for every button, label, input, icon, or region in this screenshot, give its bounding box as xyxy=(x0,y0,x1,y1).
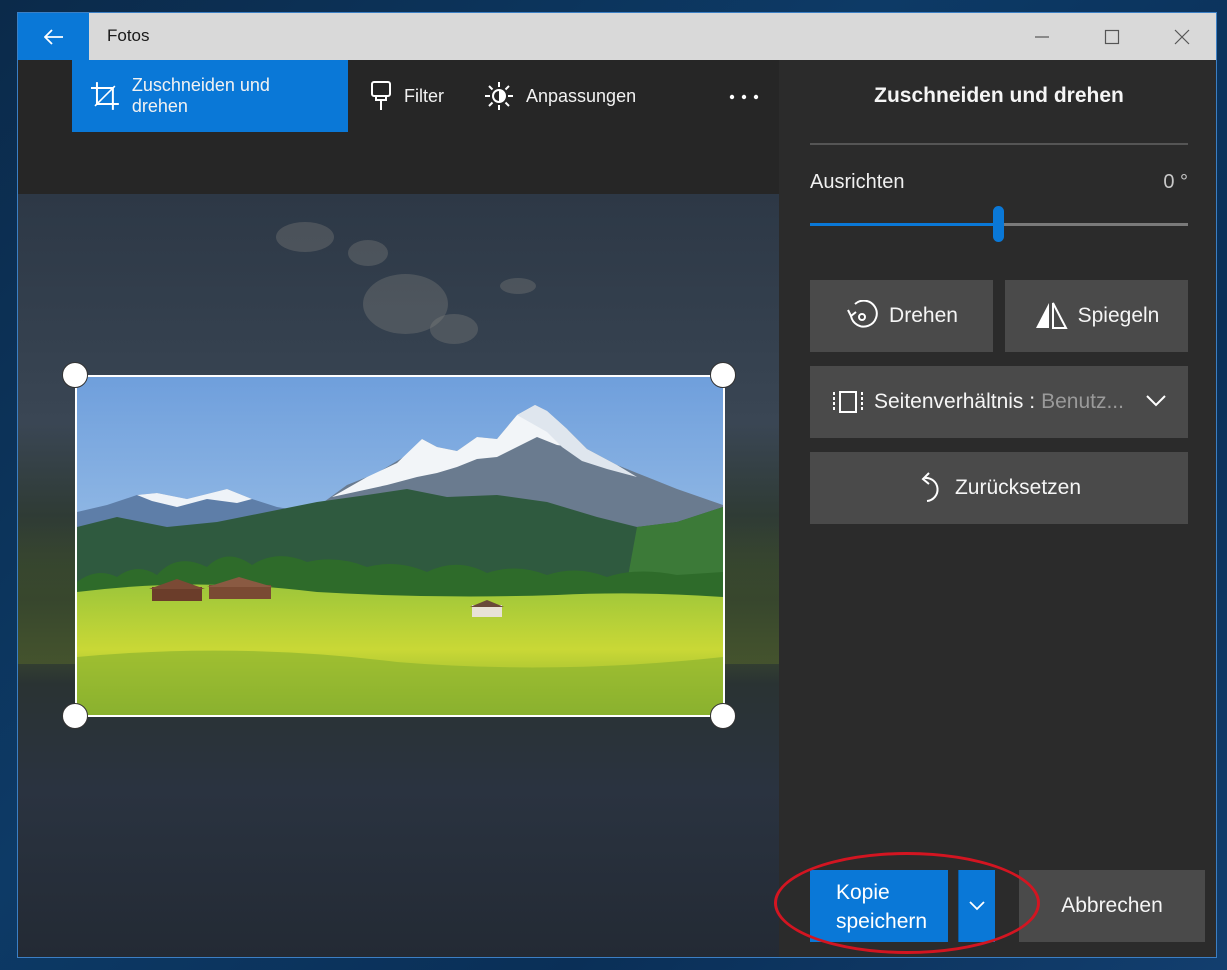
cancel-button[interactable]: Abbrechen xyxy=(1019,870,1205,942)
tab-crop-rotate-label: Zuschneiden und drehen xyxy=(131,75,270,116)
tab-filter[interactable]: Filter xyxy=(370,60,444,132)
crop-frame[interactable] xyxy=(75,375,725,717)
straighten-value: 0 ° xyxy=(1163,171,1188,193)
crop-handle-top-left[interactable] xyxy=(62,362,88,388)
tab-filter-label: Filter xyxy=(404,85,444,106)
app-content: Zuschneiden und drehen Filter Anpassunge… xyxy=(18,60,1216,957)
arrow-left-icon xyxy=(43,28,63,45)
edit-toolbar: Zuschneiden und drehen Filter Anpassunge… xyxy=(18,60,779,194)
aspect-ratio-dropdown[interactable]: Seitenverhältnis : Benutz... xyxy=(810,366,1188,438)
chevron-down-icon xyxy=(969,901,985,911)
slider-thumb[interactable] xyxy=(993,206,1004,242)
cloud xyxy=(500,278,536,294)
maximize-icon xyxy=(1104,29,1120,44)
brightness-icon xyxy=(485,82,513,110)
crop-icon xyxy=(90,82,119,110)
tab-crop-rotate[interactable]: Zuschneiden und drehen xyxy=(72,60,348,132)
close-button[interactable] xyxy=(1147,13,1216,60)
panel-divider xyxy=(810,143,1188,145)
minimize-icon xyxy=(1035,35,1049,38)
more-dots-icon xyxy=(729,94,759,100)
crop-handle-bottom-left[interactable] xyxy=(62,703,88,729)
rotate-icon xyxy=(847,300,878,328)
crop-handle-top-right[interactable] xyxy=(710,362,736,388)
aspect-ratio-icon xyxy=(833,391,863,413)
rotate-label: Drehen xyxy=(889,304,958,327)
flip-label: Spiegeln xyxy=(1077,304,1160,327)
undo-icon xyxy=(921,472,939,502)
back-button[interactable] xyxy=(18,13,89,60)
crop-rotate-panel: Zuschneiden und drehen Ausrichten 0 ° Dr… xyxy=(774,60,1216,957)
aspect-ratio-value: Benutz... xyxy=(1041,390,1124,413)
chevron-down-icon xyxy=(1146,395,1166,407)
straighten-label: Ausrichten xyxy=(810,171,905,193)
crop-handle-bottom-right[interactable] xyxy=(710,703,736,729)
minimize-button[interactable] xyxy=(1007,13,1077,60)
save-copy-button[interactable]: Kopie speichern xyxy=(810,870,948,942)
image-editor: Zuschneiden und drehen Filter Anpassunge… xyxy=(18,60,779,957)
brush-icon xyxy=(371,81,391,110)
photos-window: Fotos Zuschneiden und drehen Filter Anpa… xyxy=(17,12,1217,958)
more-options-button[interactable] xyxy=(724,82,764,112)
tab-adjustments[interactable]: Anpassungen xyxy=(484,60,636,132)
maximize-button[interactable] xyxy=(1077,13,1147,60)
title-bar: Fotos xyxy=(18,13,1216,60)
cloud xyxy=(276,222,334,252)
rotate-button[interactable]: Drehen xyxy=(810,280,993,352)
slider-fill xyxy=(810,223,999,226)
panel-title: Zuschneiden und drehen xyxy=(874,84,1124,107)
reset-label: Zurücksetzen xyxy=(954,476,1082,499)
photo-canvas[interactable] xyxy=(18,194,779,957)
flip-button[interactable]: Spiegeln xyxy=(1005,280,1188,352)
cloud xyxy=(348,240,388,266)
window-title: Fotos xyxy=(107,26,150,45)
reset-button[interactable]: Zurücksetzen xyxy=(810,452,1188,524)
aspect-ratio-label: Seitenverhältnis : xyxy=(874,390,1036,413)
flip-icon xyxy=(1035,302,1068,329)
straighten-slider[interactable] xyxy=(810,206,1188,242)
landscape-photo xyxy=(77,377,723,715)
cloud xyxy=(430,314,478,344)
close-icon xyxy=(1174,29,1190,44)
tab-adjustments-label: Anpassungen xyxy=(526,85,637,106)
save-options-button[interactable] xyxy=(958,870,995,942)
